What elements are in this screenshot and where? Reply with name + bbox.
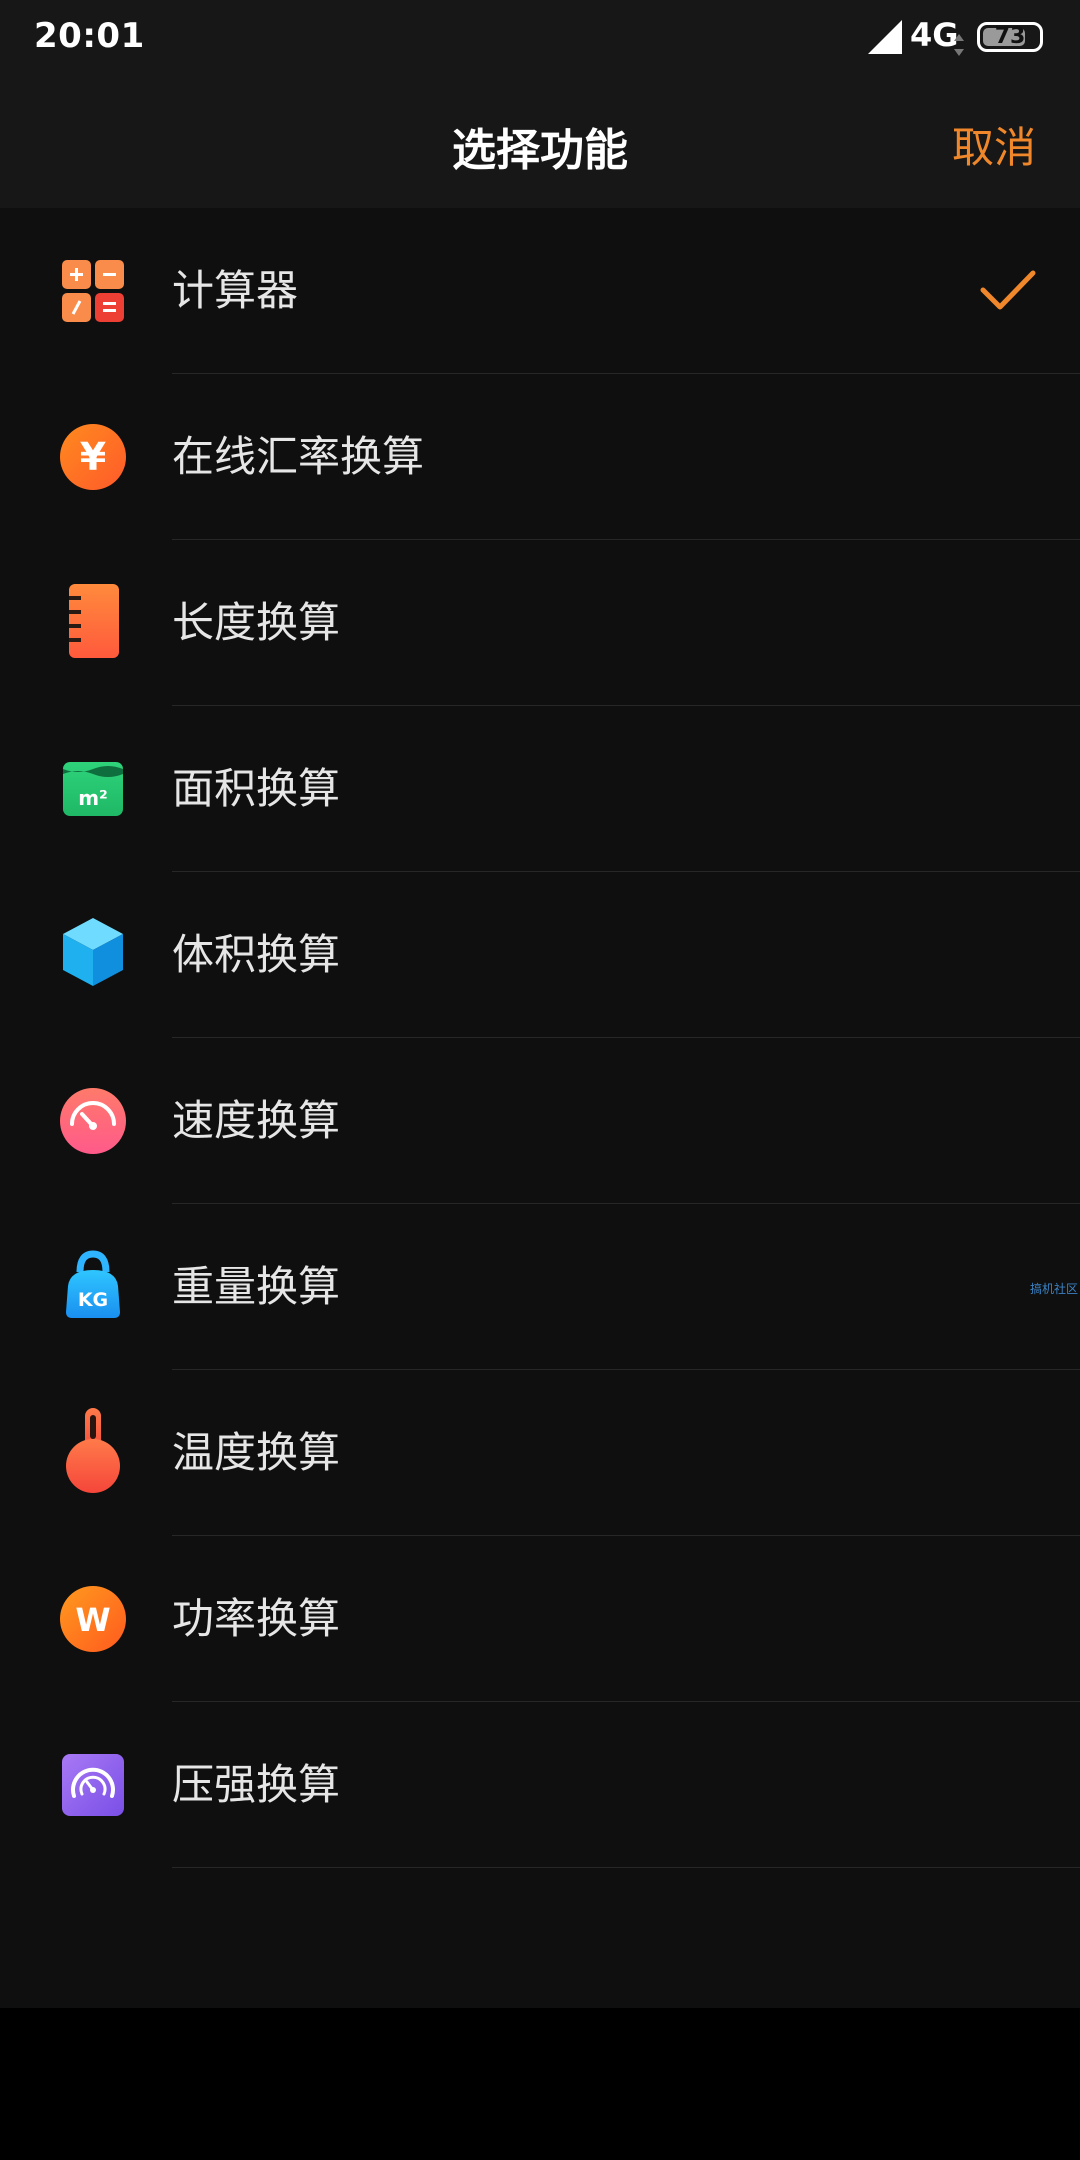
item-label: 长度换算 bbox=[172, 598, 341, 647]
item-label: 速度换算 bbox=[172, 1096, 341, 1145]
signal-icon bbox=[868, 20, 902, 54]
pressure-gauge-icon bbox=[62, 1754, 124, 1816]
screen: 20:01 4G 73 选择功能 取消 计算器 ¥ 在线汇率换算 长度换算 m²… bbox=[0, 0, 1080, 2160]
status-time: 20:01 bbox=[34, 16, 145, 56]
currency-symbol: ¥ bbox=[80, 435, 106, 479]
battery-level: 73 bbox=[994, 24, 1026, 49]
thermometer-icon bbox=[66, 1408, 120, 1493]
calculator-icon bbox=[62, 260, 124, 322]
currency-icon: ¥ bbox=[60, 424, 126, 490]
header: 选择功能 取消 bbox=[0, 78, 1080, 208]
area-icon: m² bbox=[63, 762, 123, 816]
item-label: 功率换算 bbox=[172, 1594, 341, 1643]
area-unit-label: m² bbox=[78, 786, 108, 810]
item-label: 在线汇率换算 bbox=[172, 432, 425, 481]
cancel-button[interactable]: 取消 bbox=[952, 114, 1036, 175]
list-item-temperature[interactable]: 温度换算 bbox=[0, 1370, 1080, 1536]
power-icon: W bbox=[60, 1586, 126, 1652]
list-item-volume[interactable]: 体积换算 bbox=[0, 872, 1080, 1038]
power-unit-label: W bbox=[75, 1601, 110, 1639]
check-icon bbox=[980, 270, 1036, 310]
list-item-area[interactable]: m² 面积换算 bbox=[0, 706, 1080, 872]
item-label: 面积换算 bbox=[172, 764, 341, 813]
cube-icon bbox=[63, 918, 123, 986]
item-label: 温度换算 bbox=[172, 1428, 341, 1477]
speedometer-icon bbox=[60, 1088, 126, 1154]
network-arrows-icon bbox=[954, 34, 964, 56]
weight-unit-label: KG bbox=[78, 1289, 108, 1311]
item-label: 计算器 bbox=[172, 266, 299, 315]
battery-icon: 73 bbox=[977, 22, 1043, 52]
watermark: 搞机社区 bbox=[1030, 1282, 1079, 1296]
list-item-currency[interactable]: ¥ 在线汇率换算 bbox=[0, 374, 1080, 540]
weight-icon: KG bbox=[66, 1250, 120, 1318]
status-bar: 20:01 4G 73 bbox=[0, 0, 1080, 78]
list-item-length[interactable]: 长度换算 bbox=[0, 540, 1080, 706]
function-list: 计算器 ¥ 在线汇率换算 长度换算 m² 面积换算 体积换算 速度换算 KG 重… bbox=[0, 208, 1080, 2008]
page-title: 选择功能 bbox=[452, 125, 628, 176]
network-label: 4G bbox=[910, 16, 959, 54]
item-label: 体积换算 bbox=[172, 930, 341, 979]
list-item-speed[interactable]: 速度换算 bbox=[0, 1038, 1080, 1204]
list-item-weight[interactable]: KG 重量换算 bbox=[0, 1204, 1080, 1370]
item-label: 重量换算 bbox=[172, 1262, 341, 1311]
list-item-calculator[interactable]: 计算器 bbox=[0, 208, 1080, 374]
divider bbox=[172, 1867, 1080, 1868]
list-item-power[interactable]: W 功率换算 bbox=[0, 1536, 1080, 1702]
ruler-icon bbox=[69, 584, 119, 658]
item-label: 压强换算 bbox=[172, 1760, 341, 1809]
list-item-pressure[interactable]: 压强换算 bbox=[0, 1702, 1080, 1868]
